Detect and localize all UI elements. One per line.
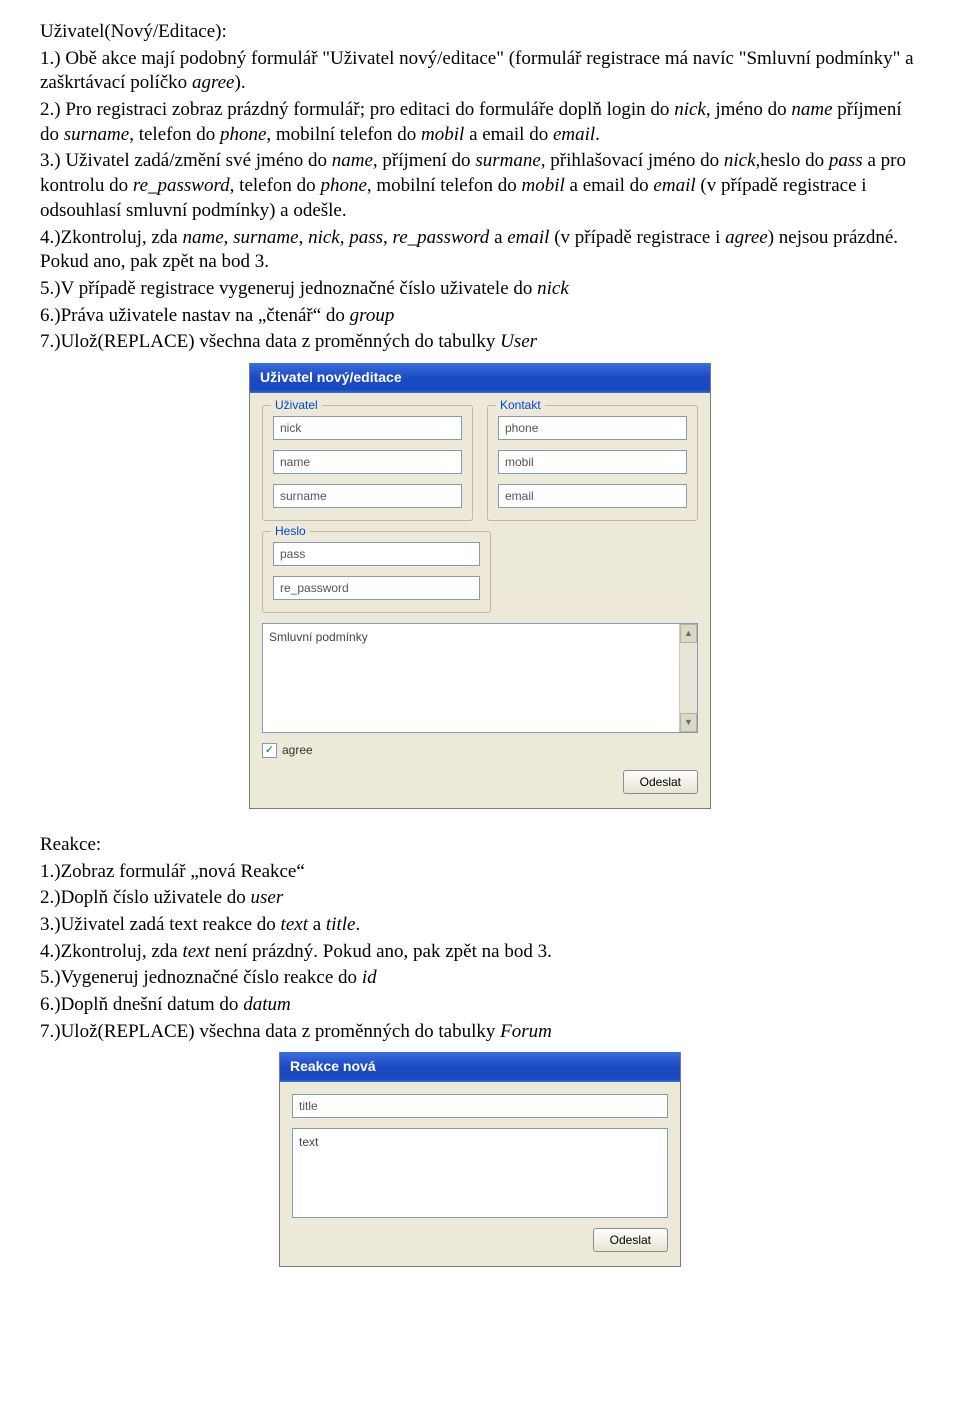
r-line-4: 4.)Zkontroluj, zda text není prázdný. Po… (40, 940, 920, 965)
input-title[interactable] (292, 1094, 668, 1118)
window-reakce: Reakce nová text Odeslat (279, 1052, 681, 1267)
input-pass[interactable] (273, 542, 480, 566)
r-line-3: 3.)Uživatel zadá text reakce do text a t… (40, 913, 920, 938)
form-uzivatel-wrap: Uživatel nový/editace Uživatel Kontakt (40, 363, 920, 809)
window-body-reakce: text Odeslat (280, 1082, 680, 1266)
group-label-kontakt: Kontakt (496, 398, 545, 412)
input-nick[interactable] (273, 416, 462, 440)
titlebar-reakce: Reakce nová (280, 1052, 680, 1082)
textarea-wrap: Smluvní podmínky ▲ ▼ (262, 623, 698, 733)
input-repassword[interactable] (273, 576, 480, 600)
line-7: 7.)Ulož(REPLACE) všechna data z proměnný… (40, 330, 920, 355)
group-kontakt: Kontakt (487, 405, 698, 521)
line-1: 1.) Obě akce mají podobný formulář "Uživ… (40, 47, 920, 96)
window-uzivatel: Uživatel nový/editace Uživatel Kontakt (249, 363, 711, 809)
scrollbar[interactable]: ▲ ▼ (679, 624, 697, 732)
checkbox-row: ✓ agree (262, 743, 698, 758)
textarea-text[interactable]: text (292, 1128, 668, 1218)
submit-button-reakce[interactable]: Odeslat (593, 1228, 668, 1252)
scroll-up-icon[interactable]: ▲ (680, 624, 697, 643)
input-email[interactable] (498, 484, 687, 508)
section-uzivatel: Uživatel(Nový/Editace): 1.) Obě akce maj… (40, 20, 920, 355)
input-phone[interactable] (498, 416, 687, 440)
heading-2: Reakce: (40, 833, 920, 858)
checkbox-label: agree (282, 743, 313, 757)
r-line-2: 2.)Doplň číslo uživatele do user (40, 886, 920, 911)
window-body: Uživatel Kontakt Heslo (250, 393, 710, 808)
line-5: 5.)V případě registrace vygeneruj jednoz… (40, 277, 920, 302)
input-name[interactable] (273, 450, 462, 474)
group-label-heslo: Heslo (271, 524, 310, 538)
r-line-6: 6.)Doplň dnešní datum do datum (40, 993, 920, 1018)
form-reakce-wrap: Reakce nová text Odeslat (40, 1052, 920, 1267)
checkbox-agree[interactable]: ✓ (262, 743, 277, 758)
r-line-1: 1.)Zobraz formulář „nová Reakce“ (40, 860, 920, 885)
section-reakce: Reakce: 1.)Zobraz formulář „nová Reakce“… (40, 833, 920, 1045)
line-6: 6.)Práva uživatele nastav na „čtenář“ do… (40, 304, 920, 329)
line-3: 3.) Uživatel zadá/změní své jméno do nam… (40, 149, 920, 223)
titlebar-uzivatel: Uživatel nový/editace (250, 363, 710, 393)
line-2: 2.) Pro registraci zobraz prázdný formul… (40, 98, 920, 147)
group-uzivatel: Uživatel (262, 405, 473, 521)
r-line-7: 7.)Ulož(REPLACE) všechna data z proměnný… (40, 1020, 920, 1045)
heading-1: Uživatel(Nový/Editace): (40, 20, 920, 45)
group-heslo: Heslo (262, 531, 491, 613)
line-4: 4.)Zkontroluj, zda name, surname, nick, … (40, 226, 920, 275)
r-line-5: 5.)Vygeneruj jednoznačné číslo reakce do… (40, 966, 920, 991)
input-surname[interactable] (273, 484, 462, 508)
input-mobil[interactable] (498, 450, 687, 474)
submit-button-uzivatel[interactable]: Odeslat (623, 770, 698, 794)
group-label-uzivatel: Uživatel (271, 398, 322, 412)
textarea-smluvni[interactable]: Smluvní podmínky (262, 623, 698, 733)
scroll-down-icon[interactable]: ▼ (680, 713, 697, 732)
